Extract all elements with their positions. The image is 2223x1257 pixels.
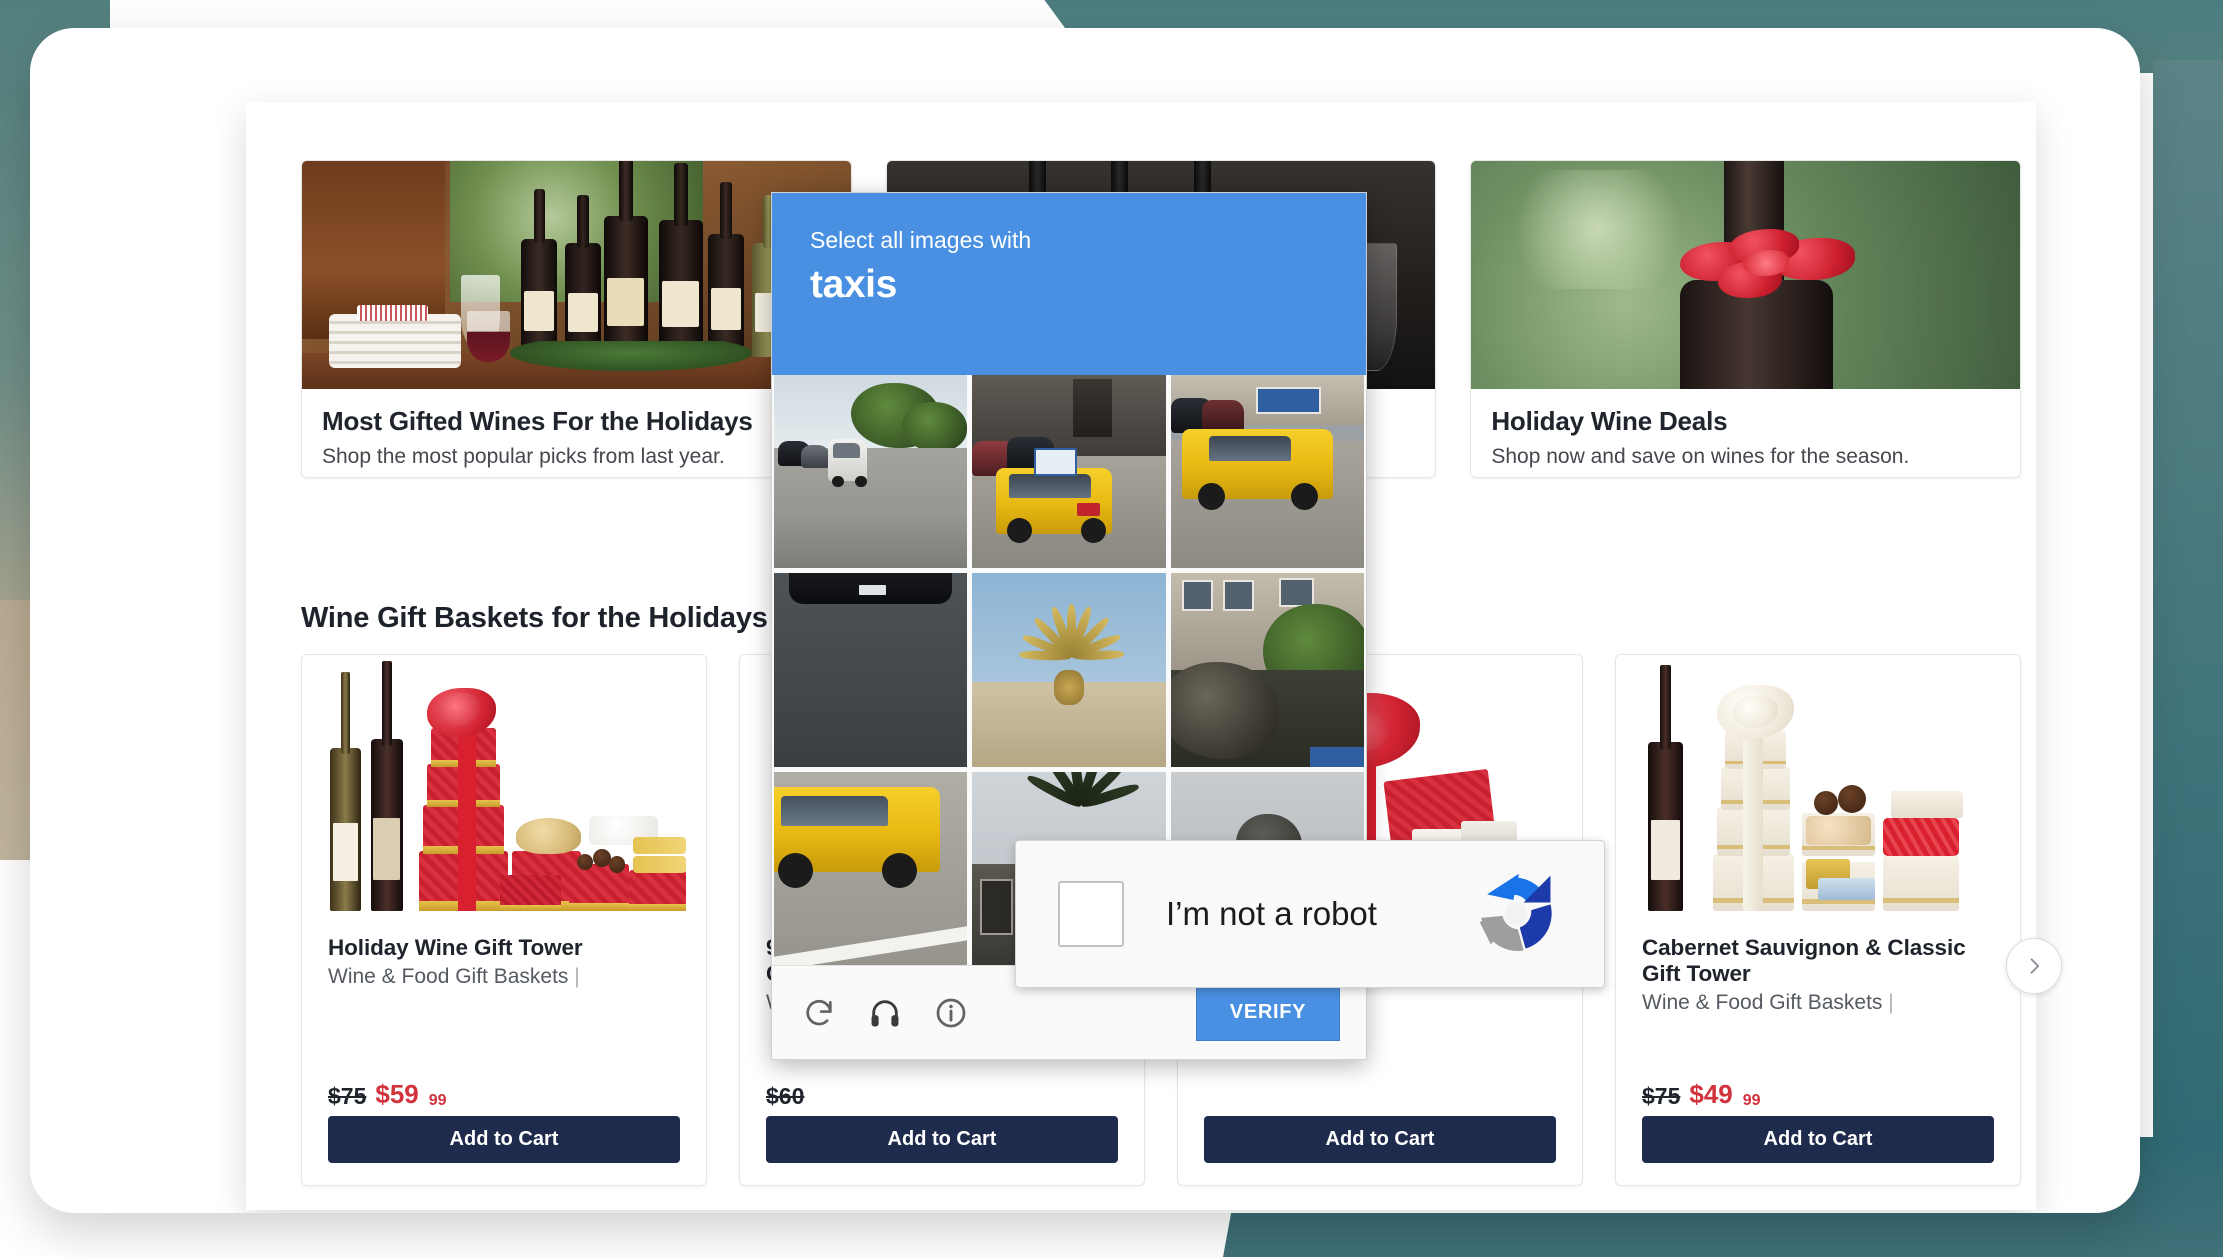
product-price-original: $75 <box>328 1083 367 1109</box>
captcha-icon-group <box>798 992 972 1034</box>
captcha-prompt-text: Select all images with <box>810 227 1032 253</box>
promo-banner-image-holiday-table <box>302 161 851 389</box>
product-image-red-gift-tower <box>302 655 706 927</box>
accent-shape-right-column <box>2153 60 2223 1190</box>
chevron-right-icon <box>2030 958 2040 974</box>
recaptcha-label: I’m not a robot <box>1166 895 1377 932</box>
product-title: Holiday Wine Gift Tower <box>328 935 583 960</box>
product-image-cream-gift-tower <box>1616 655 2020 927</box>
captcha-tile-3[interactable] <box>1170 375 1364 569</box>
product-price-original: $60 <box>766 1083 805 1109</box>
product-card[interactable]: Holiday Wine Gift Tower Wine & Food Gift… <box>301 654 707 1186</box>
recaptcha-checkbox[interactable] <box>1058 881 1124 947</box>
product-price-sale: $59 <box>375 1079 419 1109</box>
captcha-tile-4[interactable] <box>774 573 968 767</box>
product-price-row: $60 <box>766 1083 1118 1116</box>
info-icon[interactable] <box>930 992 972 1034</box>
captcha-tile-6[interactable] <box>1170 573 1364 767</box>
product-category-text: Wine & Food Gift Baskets <box>1642 991 1883 1015</box>
product-category-separator: | <box>574 965 580 989</box>
add-to-cart-button[interactable]: Add to Cart <box>1642 1116 1994 1163</box>
add-to-cart-button[interactable]: Add to Cart <box>328 1116 680 1163</box>
product-category: Wine & Food Gift Baskets | <box>1642 991 1994 1015</box>
captcha-tile-7[interactable] <box>774 771 968 965</box>
product-price-row: $75 $59 99 <box>328 1079 680 1116</box>
product-price-cents: 99 <box>428 1092 447 1109</box>
product-category: Wine & Food Gift Baskets | <box>328 965 680 989</box>
product-price-sale: $49 <box>1689 1079 1733 1109</box>
section-heading: Wine Gift Baskets for the Holidays <box>301 602 768 634</box>
promo-banner-card[interactable]: Holiday Wine Deals Shop now and save on … <box>1470 160 2022 478</box>
add-to-cart-button[interactable]: Add to Cart <box>1204 1116 1556 1163</box>
promo-banner-title: Most Gifted Wines For the Holidays <box>322 406 753 436</box>
captcha-target-object: taxis <box>810 263 897 306</box>
product-title: Cabernet Sauvignon & Classic Gift Tower <box>1642 935 1966 987</box>
product-price-row: $75 $49 99 <box>1642 1079 1994 1116</box>
promo-banner-subtitle: Shop the most popular picks from last ye… <box>322 445 725 469</box>
headphones-icon[interactable] <box>864 992 906 1034</box>
captcha-tile-5[interactable] <box>972 573 1166 767</box>
captcha-tile-2[interactable] <box>972 375 1166 569</box>
promo-banner-subtitle: Shop now and save on wines for the seaso… <box>1491 445 1910 469</box>
captcha-tile-1[interactable] <box>774 375 968 569</box>
promo-banner-title: Holiday Wine Deals <box>1491 406 1728 436</box>
recaptcha-logo-icon <box>1479 873 1552 951</box>
product-price-original: $75 <box>1642 1083 1681 1109</box>
captcha-header: Select all images with taxis <box>772 193 1366 375</box>
product-card[interactable]: Cabernet Sauvignon & Classic Gift Tower … <box>1615 654 2021 1186</box>
promo-banner-image-ribbon-bottle <box>1471 161 2021 389</box>
carousel-next-button[interactable] <box>2006 938 2062 994</box>
reload-icon[interactable] <box>798 992 840 1034</box>
product-category-text: Wine & Food Gift Baskets <box>328 965 569 989</box>
add-to-cart-button[interactable]: Add to Cart <box>766 1116 1118 1163</box>
product-price-cents: 99 <box>1742 1092 1761 1109</box>
captcha-verify-button[interactable]: VERIFY <box>1196 984 1340 1041</box>
promo-banner-card[interactable]: Most Gifted Wines For the Holidays Shop … <box>301 160 852 478</box>
product-category-separator: | <box>1888 991 1894 1015</box>
recaptcha-checkbox-widget: I’m not a robot <box>1015 840 1605 988</box>
